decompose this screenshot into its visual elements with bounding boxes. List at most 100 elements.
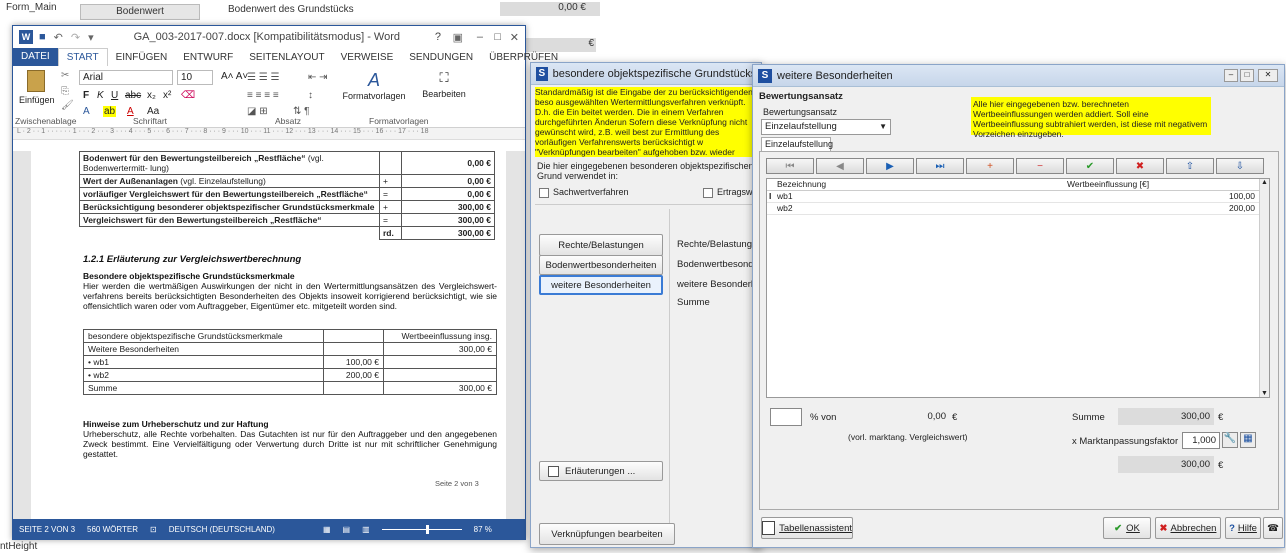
copy-icon[interactable]: ⎘: [61, 86, 69, 97]
paste-button[interactable]: Einfügen: [19, 70, 55, 105]
zoom-level[interactable]: 87 %: [474, 525, 492, 534]
scroll-up-icon[interactable]: ▲: [1261, 179, 1268, 186]
cancel-button[interactable]: ✖ Abbrechen: [1155, 517, 1221, 539]
approach-select[interactable]: Einzelaufstellung ▼: [761, 119, 891, 135]
strike-button[interactable]: abc: [125, 90, 141, 101]
grid-cell-name[interactable]: wb2: [777, 203, 793, 213]
minimize-button[interactable]: –: [477, 31, 483, 43]
close-button[interactable]: ✕: [510, 31, 519, 44]
bg-field-button[interactable]: Bodenwert: [80, 4, 200, 20]
data-grid[interactable]: Bezeichnung Wertbeeinflussung [€] Iwb1 10…: [766, 178, 1270, 398]
calculator-icon[interactable]: ▦: [1240, 432, 1256, 448]
prev-record-button[interactable]: ◀: [816, 158, 864, 174]
next-record-button[interactable]: ▶: [866, 158, 914, 174]
dialog2-minimize[interactable]: –: [1224, 69, 1238, 82]
text-effects-icon[interactable]: A: [83, 106, 90, 117]
qat-dropdown-icon[interactable]: ▾: [88, 31, 94, 44]
add-record-button[interactable]: +: [966, 158, 1014, 174]
last-record-button[interactable]: ⏭: [916, 158, 964, 174]
tab-einzelaufstellung[interactable]: Einzelaufstellung: [761, 137, 833, 151]
print-layout-icon[interactable]: ▤: [343, 525, 351, 534]
status-words[interactable]: 560 WÖRTER: [87, 525, 138, 534]
page-number: Seite 2 von 3: [435, 479, 479, 488]
read-mode-icon[interactable]: ▦: [323, 525, 331, 534]
ribbon-display-icon[interactable]: ▣: [453, 31, 463, 44]
highlight-icon[interactable]: ab: [103, 106, 117, 117]
redo-icon[interactable]: ↷: [71, 31, 80, 44]
rights-button[interactable]: Rechte/Belastungen: [539, 234, 663, 256]
document-area: Bodenwert für den Bewertungsteilbereich …: [13, 151, 525, 519]
line-spacing-icon[interactable]: ↕: [308, 90, 313, 101]
cb-sachwert-box[interactable]: [539, 187, 549, 198]
grow-font-icon[interactable]: A˄ A˅: [221, 71, 248, 82]
clear-format-icon[interactable]: ⌫: [181, 90, 195, 101]
status-page[interactable]: SEITE 2 VON 3: [19, 525, 75, 534]
tab-verweise[interactable]: VERWEISE: [333, 52, 402, 63]
ok-label: OK: [1126, 522, 1140, 534]
dialog2-close[interactable]: ✕: [1258, 69, 1278, 82]
status-language[interactable]: DEUTSCH (DEUTSCHLAND): [169, 525, 275, 534]
tab-seitenlayout[interactable]: SEITENLAYOUT: [241, 52, 332, 63]
tab-ueberpruefen[interactable]: ÜBERPRÜFEN: [481, 52, 566, 63]
move-up-button[interactable]: ⇧: [1166, 158, 1214, 174]
shading-icon[interactable]: ◪ ⊞: [247, 106, 268, 117]
paragraph: Hier werden die wertmäßigen Auswirkungen…: [83, 281, 497, 311]
bold-button[interactable]: F: [83, 90, 89, 101]
grid-row[interactable]: Iwb1 100,00: [767, 191, 1269, 203]
superscript-button[interactable]: x²: [163, 90, 171, 101]
format-painter-icon[interactable]: 🖌: [61, 100, 74, 111]
explanations-button[interactable]: Erläuterungen ...: [539, 461, 663, 481]
tab-datei[interactable]: DATEI: [13, 48, 58, 66]
support-icon[interactable]: ☎: [1263, 517, 1283, 539]
bullets-icon[interactable]: ☰ ☰ ☰: [247, 72, 279, 83]
discard-button[interactable]: ✖: [1116, 158, 1164, 174]
valuation-value: 0,00 €: [401, 151, 495, 175]
move-down-button[interactable]: ⇩: [1216, 158, 1264, 174]
zoom-slider[interactable]: [381, 524, 462, 534]
cb-sachwert[interactable]: Sachwertverfahren: [539, 187, 629, 198]
wizard-button[interactable]: Tabellenassistent: [761, 517, 853, 539]
help-button-dlg[interactable]: ? Hilfe: [1225, 517, 1261, 539]
tab-entwurf[interactable]: ENTWURF: [175, 52, 241, 63]
binoculars-icon: ⛶: [439, 70, 449, 85]
proofing-icon[interactable]: ⊡: [150, 525, 157, 534]
tab-einfuegen[interactable]: EINFÜGEN: [108, 52, 176, 63]
confirm-button[interactable]: ✔: [1066, 158, 1114, 174]
underline-button[interactable]: U: [111, 90, 118, 101]
undo-icon[interactable]: ↶: [54, 31, 63, 44]
font-name-select[interactable]: Arial: [79, 70, 173, 85]
grid-cell-name[interactable]: wb1: [777, 191, 793, 201]
tab-start[interactable]: START: [57, 48, 108, 66]
help-button[interactable]: ?: [435, 31, 441, 43]
edit-links-button[interactable]: Verknüpfungen bearbeiten: [539, 523, 675, 545]
align-icon[interactable]: ≡ ≡ ≡ ≡: [247, 90, 279, 101]
save-icon[interactable]: ■: [39, 31, 46, 43]
styles-button[interactable]: A Formatvorlagen: [339, 70, 409, 101]
edit-button[interactable]: ⛶ Bearbeiten: [417, 70, 471, 99]
grid-scrollbar[interactable]: ▲ ▼: [1259, 179, 1269, 397]
cb-ertragswert-box[interactable]: [703, 187, 713, 198]
first-record-button[interactable]: ⏮: [766, 158, 814, 174]
dialog2-maximize[interactable]: □: [1240, 69, 1254, 82]
factor-input[interactable]: 1,000: [1182, 432, 1220, 449]
percent-input[interactable]: [770, 408, 802, 426]
ok-button[interactable]: ✔ OK: [1103, 517, 1151, 539]
maximize-button[interactable]: □: [494, 31, 501, 43]
land-special-button[interactable]: Bodenwertbesonderheiten: [539, 255, 663, 275]
grid-row[interactable]: wb2 200,00: [767, 203, 1269, 215]
wrench-icon[interactable]: 🔧: [1222, 432, 1238, 448]
scroll-down-icon[interactable]: ▼: [1261, 390, 1268, 397]
col-bezeichnung[interactable]: Bezeichnung: [777, 179, 826, 189]
font-size-select[interactable]: 10: [177, 70, 213, 85]
col-wertbeeinflussung[interactable]: Wertbeeinflussung [€]: [1067, 179, 1149, 189]
subscript-button[interactable]: x₂: [147, 90, 156, 101]
web-layout-icon[interactable]: ▥: [362, 525, 370, 534]
more-special-button[interactable]: weitere Besonderheiten: [539, 275, 663, 295]
tab-sendungen[interactable]: SENDUNGEN: [401, 52, 481, 63]
indent-icon[interactable]: ⇤ ⇥: [308, 72, 328, 83]
grid-cell-value[interactable]: 200,00: [1229, 203, 1255, 213]
cut-icon[interactable]: ✂: [61, 70, 69, 81]
grid-cell-value[interactable]: 100,00: [1229, 191, 1255, 201]
italic-button[interactable]: K: [97, 90, 104, 101]
delete-record-button[interactable]: −: [1016, 158, 1064, 174]
